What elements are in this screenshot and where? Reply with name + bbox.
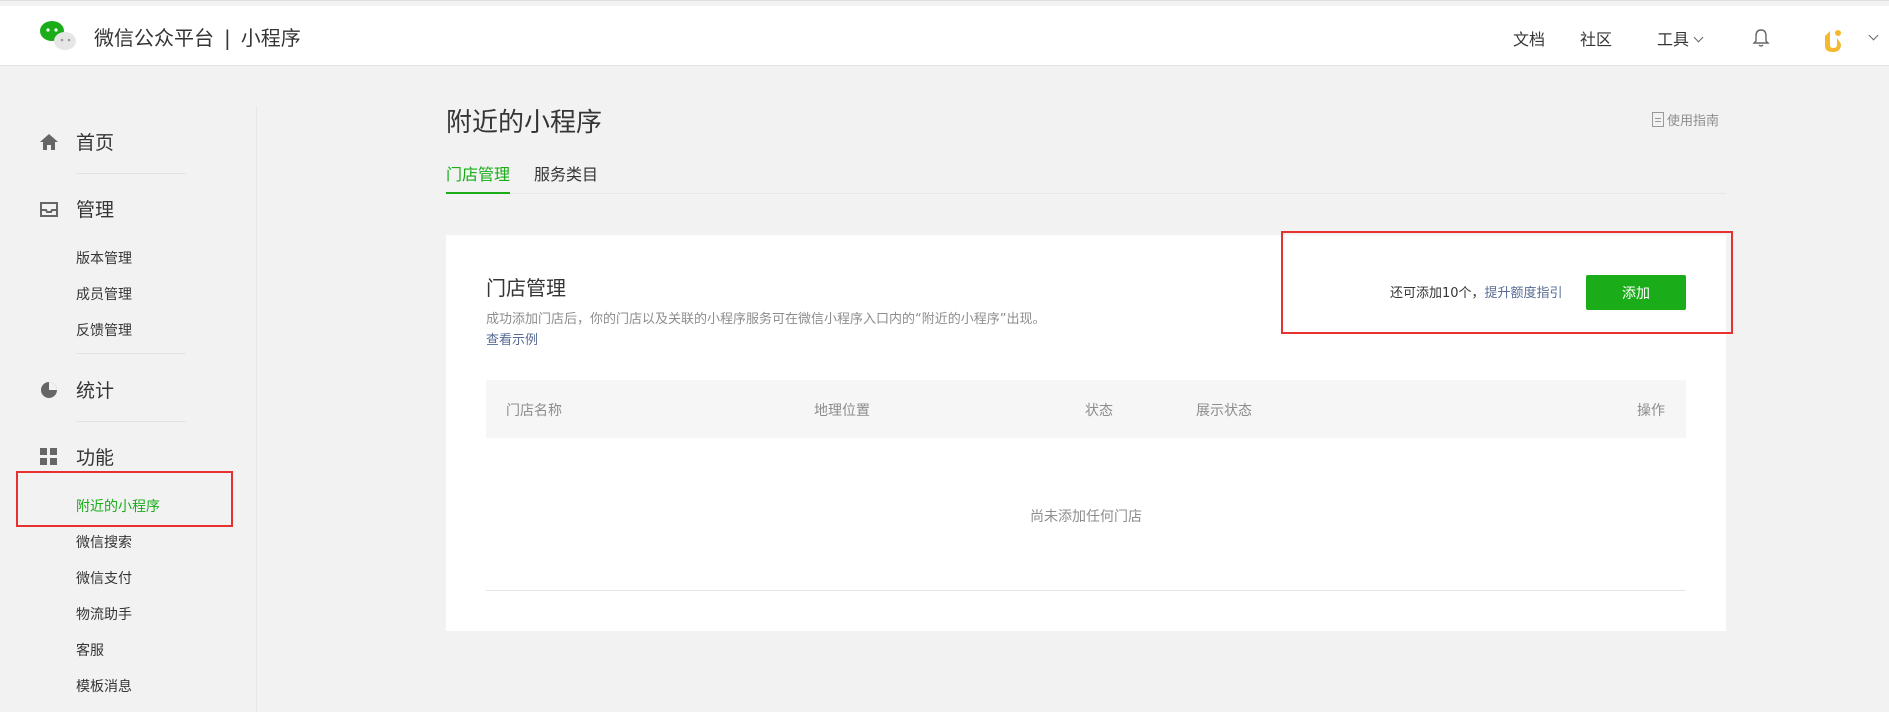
page-title: 附近的小程序 xyxy=(446,108,603,138)
avatar[interactable] xyxy=(1822,28,1844,54)
sidebar-item-template[interactable]: 模板消息 xyxy=(76,676,132,696)
sidebar-manage-label: 管理 xyxy=(76,199,115,221)
inbox-icon xyxy=(38,198,60,220)
sidebar-item-members[interactable]: 成员管理 xyxy=(76,284,132,304)
wechat-logo-icon xyxy=(40,21,76,50)
empty-state-text: 尚未添加任何门店 xyxy=(1030,509,1142,525)
sidebar-divider xyxy=(256,106,257,712)
column-actions: 操作 xyxy=(1637,403,1665,419)
chevron-down-icon xyxy=(1693,32,1704,43)
grid-icon xyxy=(38,446,60,468)
avatar-chevron-down-icon[interactable] xyxy=(1868,30,1879,41)
bell-icon[interactable] xyxy=(1752,28,1770,48)
sidebar-item-stats[interactable]: 统计 xyxy=(38,376,114,403)
document-icon xyxy=(1652,112,1664,127)
brand-name: 微信公众平台 xyxy=(94,26,214,50)
view-example-link[interactable]: 查看示例 xyxy=(486,329,538,348)
sidebar-item-manage[interactable]: 管理 xyxy=(38,195,114,222)
tab-bar: 门店管理 服务类目 xyxy=(446,158,1726,194)
sidebar-item-pay[interactable]: 微信支付 xyxy=(76,568,132,588)
sidebar-item-search[interactable]: 微信搜索 xyxy=(76,532,132,552)
app-title[interactable]: 微信公众平台 | 小程序 xyxy=(94,22,301,51)
column-display-status: 展示状态 xyxy=(1196,403,1252,419)
column-store-name: 门店名称 xyxy=(506,403,562,419)
nav-community[interactable]: 社区 xyxy=(1580,26,1612,50)
guide-label: 使用指南 xyxy=(1667,114,1720,129)
highlight-box-add xyxy=(1281,231,1733,334)
sidebar-features-label: 功能 xyxy=(76,447,115,469)
tab-store-management[interactable]: 门店管理 xyxy=(446,161,511,194)
sidebar-divider-line xyxy=(76,353,186,354)
column-location: 地理位置 xyxy=(814,403,870,419)
card-description: 成功添加门店后，你的门店以及关联的小程序服务可在微信小程序入口内的“附近的小程序… xyxy=(486,312,1046,327)
column-status: 状态 xyxy=(1085,403,1113,419)
table-bottom-border xyxy=(486,590,1686,591)
sidebar-divider-line xyxy=(76,421,186,422)
highlight-box-sidebar xyxy=(16,471,233,527)
pie-chart-icon xyxy=(38,379,60,401)
sidebar-item-features[interactable]: 功能 xyxy=(38,443,114,470)
guide-link[interactable]: 使用指南 xyxy=(1652,110,1719,129)
nav-tools[interactable]: 工具 xyxy=(1657,26,1704,50)
window-top-border xyxy=(0,0,1889,1)
table-header: 门店名称 地理位置 状态 展示状态 操作 xyxy=(486,380,1686,438)
sidebar-divider-line xyxy=(76,173,186,174)
product-name: 小程序 xyxy=(240,26,301,50)
sidebar-item-feedback[interactable]: 反馈管理 xyxy=(76,320,132,340)
sidebar-item-service[interactable]: 客服 xyxy=(76,640,104,660)
nav-tools-label: 工具 xyxy=(1657,30,1690,49)
card-title: 门店管理 xyxy=(486,276,566,300)
sidebar-item-home[interactable]: 首页 xyxy=(38,128,114,155)
sidebar-stats-label: 统计 xyxy=(76,380,115,402)
sidebar-item-version[interactable]: 版本管理 xyxy=(76,248,132,268)
nav-docs[interactable]: 文档 xyxy=(1513,26,1545,50)
top-header: 微信公众平台 | 小程序 文档 社区 工具 xyxy=(0,6,1889,66)
sidebar-item-logistics[interactable]: 物流助手 xyxy=(76,604,132,624)
tab-service-category[interactable]: 服务类目 xyxy=(534,161,598,194)
sidebar-home-label: 首页 xyxy=(76,132,115,154)
brand-separator: | xyxy=(224,26,231,50)
home-icon xyxy=(38,131,60,153)
